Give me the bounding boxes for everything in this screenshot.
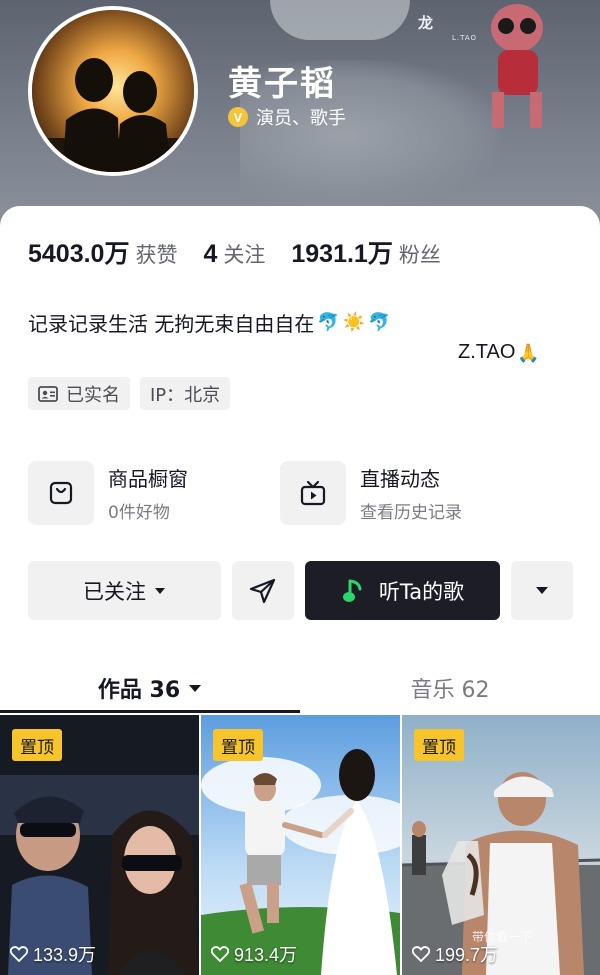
followers-label[interactable]: 粉丝 — [399, 239, 441, 269]
ip-location-tag: IP：北京 — [140, 377, 231, 410]
more-options-button[interactable] — [511, 561, 573, 620]
followed-button[interactable]: 已关注 — [28, 561, 221, 620]
music-note-icon — [342, 579, 362, 602]
pinned-badge: 置顶 — [213, 729, 263, 761]
dolphin-emoji-icon: 🐬 — [368, 311, 391, 333]
following-count[interactable]: 4 — [203, 240, 217, 269]
live-updates-shortcut[interactable]: 直播动态 查看历史记录 — [280, 461, 462, 525]
tab-works-label: 作品 36 — [97, 678, 181, 703]
caret-down-icon — [189, 684, 202, 692]
avatar[interactable] — [28, 6, 198, 176]
caret-down-icon — [536, 587, 548, 594]
profile-tags: 已实名 IP：北京 — [28, 377, 231, 410]
praying-hands-emoji-icon: 🙏 — [517, 342, 540, 363]
video-likes-count: 913.4万 — [234, 945, 298, 965]
video-thumbnail[interactable]: 置顶 913.4万 — [201, 715, 400, 975]
shop-window-shortcut[interactable]: 商品橱窗 0件好物 — [28, 461, 188, 525]
content-tabs: 作品 36 音乐 62 — [0, 664, 600, 714]
caret-down-icon — [155, 587, 165, 594]
real-name-tag: 已实名 — [28, 377, 130, 410]
shortcuts-row: 商品橱窗 0件好物 直播动态 查看历史记录 — [28, 461, 462, 525]
real-name-label: 已实名 — [66, 384, 120, 406]
signature-text: Z.TAO — [458, 341, 516, 363]
followers-count[interactable]: 1931.1万 — [291, 234, 392, 270]
sun-emoji-icon: ☀️ — [342, 311, 366, 333]
id-card-icon — [38, 385, 58, 402]
live-updates-subtitle: 查看历史记录 — [360, 503, 462, 523]
pinned-badge: 置顶 — [414, 729, 464, 761]
shopping-bag-icon — [28, 461, 94, 525]
likes-label: 获赞 — [135, 243, 178, 267]
paper-plane-icon — [249, 578, 276, 603]
heart-icon — [10, 946, 28, 962]
bio-text: 记录记录生活 无拘无束自由自在 — [28, 312, 315, 336]
video-thumbnail[interactable]: 置顶 133.9万 — [0, 715, 199, 975]
following-label[interactable]: 关注 — [223, 239, 265, 269]
video-likes-count: 199.7万 — [435, 945, 499, 965]
ip-location-label: IP：北京 — [150, 384, 221, 406]
tab-music-label: 音乐 62 — [410, 678, 490, 703]
video-likes: 913.4万 — [211, 941, 297, 967]
verification-text: 演员、歌手 — [256, 108, 346, 129]
live-tv-icon — [280, 461, 346, 525]
video-likes: 133.9万 — [10, 941, 96, 967]
profile-name: 黄子韬 — [228, 64, 336, 104]
verified-badge-icon: V — [228, 107, 248, 127]
bio: 记录记录生活 无拘无束自由自在 🐬 ☀️ 🐬 — [28, 308, 391, 337]
profile-card: 5403.0万 获赞 4 关注 1931.1万 粉丝 记录记录生活 无拘无束自由… — [0, 206, 600, 975]
video-thumbnail[interactable]: 置顶 带你看一下 199.7万 — [402, 715, 600, 975]
listen-songs-button[interactable]: 听Ta的歌 — [305, 561, 500, 620]
cover-figure-illustration — [491, 4, 543, 128]
active-tab-indicator — [0, 710, 300, 713]
listen-songs-label: 听Ta的歌 — [378, 579, 465, 604]
pinned-badge: 置顶 — [12, 729, 62, 761]
stats-row: 5403.0万 获赞 4 关注 1931.1万 粉丝 — [28, 234, 441, 270]
live-updates-title: 直播动态 — [360, 467, 440, 491]
verification-row: V 演员、歌手 — [228, 104, 346, 130]
tab-works[interactable]: 作品 36 — [0, 664, 300, 712]
video-likes-count: 133.9万 — [33, 945, 97, 965]
cover-brand-logo: 龙 — [418, 14, 435, 32]
shop-window-subtitle: 0件好物 — [108, 503, 170, 523]
bio-signature: Z.TAO 🙏 — [458, 341, 540, 364]
dolphin-emoji-icon: 🐬 — [317, 311, 340, 333]
video-grid: 置顶 133.9万 置顶 913.4万 置顶 带你看一下 199.7万 — [0, 715, 600, 975]
heart-icon — [211, 946, 229, 962]
cover-plate-shape — [270, 0, 410, 40]
followed-label: 已关注 — [83, 579, 146, 604]
shop-window-title: 商品橱窗 — [108, 467, 188, 491]
tab-music[interactable]: 音乐 62 — [300, 664, 600, 712]
heart-icon — [412, 946, 430, 962]
action-buttons: 已关注 听Ta的歌 — [28, 561, 573, 620]
avatar-image — [32, 10, 194, 172]
video-likes: 199.7万 — [412, 941, 498, 967]
likes-count: 5403.0万 — [28, 240, 130, 268]
send-message-button[interactable] — [232, 561, 294, 620]
